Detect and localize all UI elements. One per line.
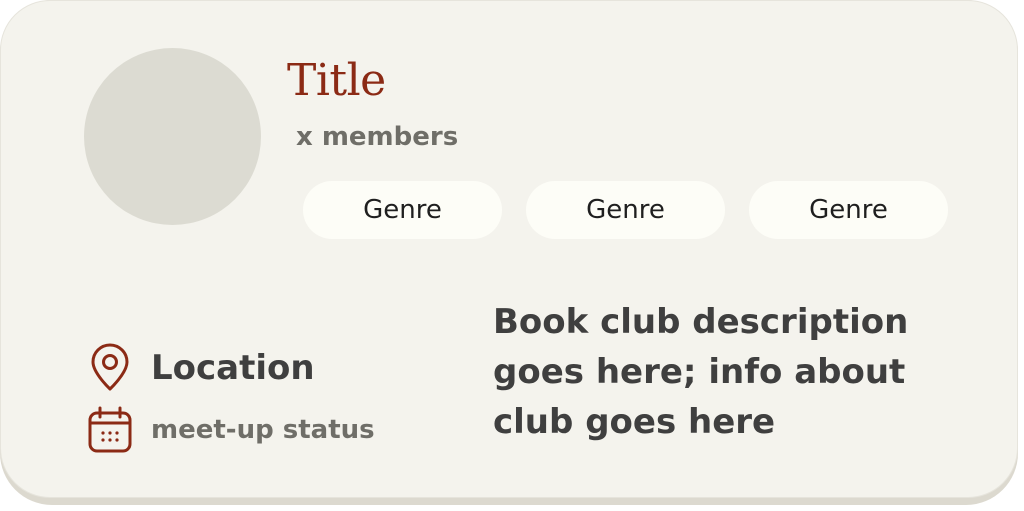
meetup-status-label: meet-up status bbox=[151, 415, 375, 445]
map-pin-icon bbox=[91, 343, 129, 391]
club-avatar bbox=[84, 48, 261, 225]
club-title: Title bbox=[287, 55, 386, 106]
book-club-card[interactable]: Title x members Genre Genre Genre Locati… bbox=[0, 0, 1018, 498]
genre-chip[interactable]: Genre bbox=[303, 181, 502, 239]
club-description: Book club description goes here; info ab… bbox=[493, 302, 909, 442]
genre-list: Genre Genre Genre bbox=[303, 181, 948, 239]
meetup-status-row: meet-up status bbox=[87, 405, 375, 455]
location-row: Location bbox=[87, 343, 315, 393]
calendar-icon bbox=[88, 406, 132, 453]
genre-chip[interactable]: Genre bbox=[526, 181, 725, 239]
location-label: Location bbox=[151, 348, 315, 388]
member-count: x members bbox=[296, 122, 459, 152]
genre-chip[interactable]: Genre bbox=[749, 181, 948, 239]
